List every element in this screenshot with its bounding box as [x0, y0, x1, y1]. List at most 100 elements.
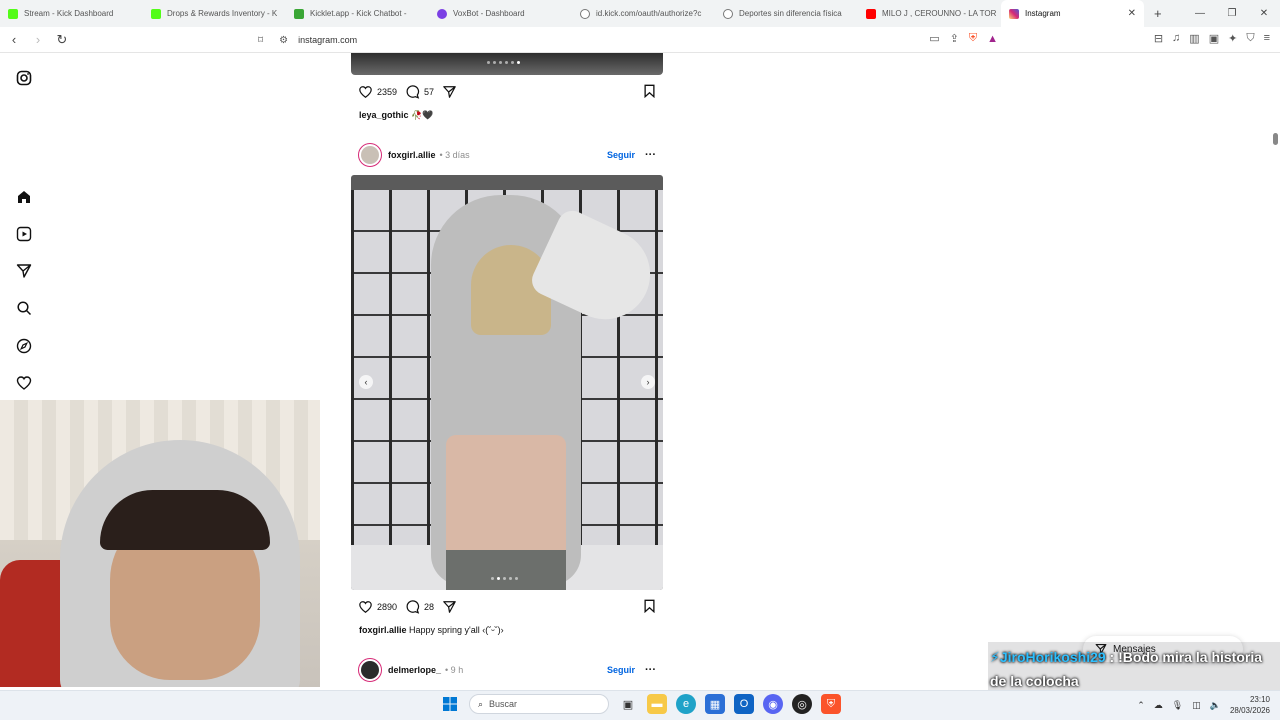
new-tab-button[interactable]: + — [1154, 6, 1162, 21]
brave-taskbar-icon[interactable]: ⛨ — [821, 694, 841, 714]
caption-username[interactable]: foxgirl.allie — [359, 625, 407, 635]
leo-ai-icon[interactable]: ✦ — [1228, 32, 1237, 45]
cast-icon[interactable]: ▭ — [929, 32, 939, 45]
menu-icon[interactable]: ≡ — [1264, 32, 1270, 45]
back-icon[interactable]: ‹ — [4, 32, 24, 47]
direct-messages-icon[interactable] — [14, 261, 34, 281]
save-button[interactable] — [643, 84, 656, 100]
previous-post-caption: leya_gothic 🥀🖤 — [359, 110, 433, 121]
store-icon[interactable]: ▦ — [705, 694, 725, 714]
share-plane-icon — [443, 601, 456, 613]
caption-text: Happy spring y'all ‹(˘ᵕ˘)› — [406, 625, 504, 635]
previous-post-image[interactable] — [351, 53, 663, 75]
carousel-prev-icon[interactable]: ‹ — [359, 375, 373, 389]
post-image[interactable]: ‹ › — [351, 175, 663, 590]
windows-taskbar: ⌕ Buscar ▣ ▬ e ▦ O ◉ ◎ ⛨ ⌃ ☁ 🎙 ◫ 🔈 23:10… — [0, 690, 1280, 720]
music-icon[interactable]: ♫ — [1172, 32, 1180, 45]
post-username[interactable]: foxgirl.allie — [388, 150, 436, 160]
tray-chevron-icon[interactable]: ⌃ — [1137, 700, 1145, 711]
tab-instagram[interactable]: Instagram ✕ — [1001, 0, 1144, 27]
caption-username[interactable]: leya_gothic — [359, 110, 409, 120]
instagram-favicon-icon — [1009, 8, 1019, 19]
edge-icon[interactable]: e — [676, 694, 696, 714]
more-options-icon[interactable]: ··· — [645, 149, 656, 161]
avatar[interactable] — [358, 658, 382, 682]
share-icon[interactable]: ⇪ — [950, 32, 959, 45]
instagram-sidebar — [0, 53, 48, 400]
brave-rewards-icon[interactable]: ▲ — [987, 33, 998, 45]
follow-button[interactable]: Seguir — [607, 665, 635, 675]
share-button[interactable] — [442, 85, 457, 99]
like-count: 2890 — [377, 602, 398, 612]
tab-kick-dashboard[interactable]: Stream - Kick Dashboard — [0, 0, 143, 27]
wifi-icon[interactable]: ◫ — [1192, 700, 1201, 711]
carousel-next-icon[interactable]: › — [641, 375, 655, 389]
system-tray: ⌃ ☁ 🎙 ◫ 🔈 23:10 28/03/2026 — [1137, 694, 1270, 716]
tab-youtube-milo[interactable]: MILO J , CEROUNNO - LA TOR — [858, 0, 1001, 27]
kick-favicon-icon — [151, 8, 161, 19]
taskbar-clock[interactable]: 23:10 28/03/2026 — [1230, 694, 1270, 716]
url-text[interactable]: instagram.com — [298, 35, 357, 45]
site-info-icon[interactable]: ⚙ — [279, 35, 288, 46]
discord-icon[interactable]: ◉ — [763, 694, 783, 714]
close-window-icon[interactable]: ✕ — [1248, 0, 1280, 27]
page-scrollbar[interactable] — [1270, 53, 1280, 690]
bookmark-icon[interactable]: ⌑ — [258, 35, 263, 46]
scroll-thumb[interactable] — [1273, 133, 1278, 145]
browser-tab-bar: Stream - Kick Dashboard Drops & Rewards … — [0, 0, 1280, 27]
like-button[interactable]: 2359 — [358, 85, 397, 99]
volume-icon[interactable]: 🔈 — [1210, 700, 1221, 711]
obs-icon[interactable]: ◎ — [792, 694, 812, 714]
taskbar-search[interactable]: ⌕ Buscar — [469, 694, 609, 714]
reload-icon[interactable]: ↻ — [52, 32, 72, 48]
vpn-icon[interactable]: ⛉ — [1246, 32, 1254, 45]
post-username[interactable]: delmerlope_ — [388, 665, 441, 675]
home-icon[interactable] — [14, 187, 34, 207]
tab-deportes[interactable]: Deportes sin diferencia física — [715, 0, 858, 27]
comment-button[interactable]: 57 — [405, 85, 434, 99]
minimize-icon[interactable]: — — [1184, 0, 1216, 27]
taskbar-search-placeholder: Buscar — [489, 699, 518, 709]
instagram-logo-icon[interactable] — [14, 68, 34, 88]
tab-kicklet[interactable]: Kicklet.app - Kick Chatbot - — [286, 0, 429, 27]
outlook-icon[interactable]: O — [734, 694, 754, 714]
file-explorer-icon[interactable]: ▬ — [647, 694, 667, 714]
microphone-icon[interactable]: 🎙 — [1172, 700, 1183, 711]
kicklet-favicon-icon — [294, 8, 304, 19]
windows-start-icon[interactable] — [440, 694, 460, 714]
heart-icon — [359, 601, 372, 614]
tab-drops-inventory[interactable]: Drops & Rewards Inventory - K — [143, 0, 286, 27]
brave-shield-icon[interactable]: ⛨ — [969, 32, 977, 45]
wallet-icon[interactable]: ▣ — [1209, 32, 1219, 45]
comment-count: 57 — [424, 87, 435, 97]
carousel-dots — [487, 61, 520, 64]
save-button[interactable] — [643, 599, 656, 615]
tab-kick-oauth[interactable]: id.kick.com/oauth/authorize?c — [572, 0, 715, 27]
close-tab-icon[interactable]: ✕ — [1128, 8, 1136, 19]
comment-icon — [406, 600, 420, 614]
forward-icon[interactable]: › — [28, 32, 48, 47]
onedrive-icon[interactable]: ☁ — [1154, 700, 1163, 711]
more-options-icon[interactable]: ··· — [645, 664, 656, 676]
follow-button[interactable]: Seguir — [607, 150, 635, 160]
clock-date: 28/03/2026 — [1229, 706, 1270, 715]
comment-count: 28 — [424, 602, 435, 612]
search-icon[interactable] — [14, 298, 34, 318]
tab-voxbot[interactable]: VoxBot - Dashboard — [429, 0, 572, 27]
voxbot-favicon-icon — [437, 8, 447, 19]
tab-search-icon[interactable]: ⊟ — [1154, 32, 1163, 45]
post-header: foxgirl.allie • 3 días Seguir ··· — [358, 142, 656, 168]
notifications-heart-icon[interactable] — [14, 373, 34, 393]
sidebar-icon[interactable]: ▥ — [1189, 32, 1199, 45]
task-view-icon[interactable]: ▣ — [618, 694, 638, 714]
avatar[interactable] — [358, 143, 382, 167]
like-button[interactable]: 2890 — [358, 600, 397, 614]
reels-icon[interactable] — [14, 224, 34, 244]
post-caption: foxgirl.allie Happy spring y'all ‹(˘ᵕ˘)› — [359, 625, 504, 635]
address-bar[interactable]: ⌑ ⚙ instagram.com ▭ ⇪ ⛨ ▲ — [258, 30, 998, 50]
share-button[interactable] — [442, 600, 457, 614]
explore-icon[interactable] — [14, 336, 34, 356]
maximize-icon[interactable]: ❐ — [1216, 0, 1248, 27]
comment-button[interactable]: 28 — [405, 600, 434, 614]
chat-message: ⚡JiroHorikoshi29 : !Bodo mira la histori… — [990, 645, 1278, 693]
